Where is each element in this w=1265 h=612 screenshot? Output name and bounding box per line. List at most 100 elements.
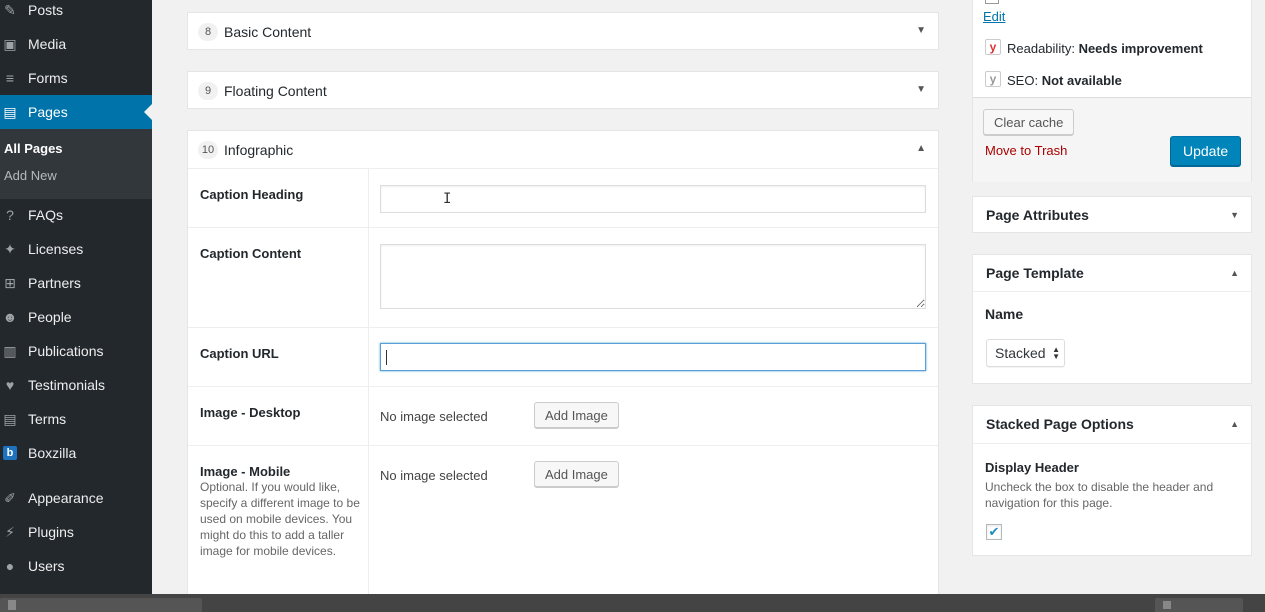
page-attributes-box[interactable]: Page Attributes ▼ bbox=[972, 196, 1252, 233]
field-caption-content: Caption Content bbox=[188, 227, 938, 327]
field-label-column bbox=[188, 228, 369, 327]
file-icon bbox=[8, 600, 16, 610]
readability-status: Readability: Needs improvement bbox=[1007, 41, 1203, 56]
section-infographic[interactable]: 10 Infographic ▲ bbox=[187, 130, 939, 169]
checkmark-icon: ✔ bbox=[988, 524, 1000, 539]
menu-label: Boxzilla bbox=[28, 445, 77, 461]
menu-label: FAQs bbox=[28, 207, 64, 223]
boxzilla-icon: b bbox=[3, 446, 17, 460]
section-title: Floating Content bbox=[224, 83, 327, 99]
main-content: 8 Basic Content ▼ 9 Floating Content ▼ 1… bbox=[152, 0, 958, 594]
field-caption-url: Caption URL bbox=[188, 327, 938, 386]
no-image-text: No image selected bbox=[380, 468, 488, 483]
menu-boxzilla[interactable]: b Boxzilla bbox=[0, 436, 152, 470]
add-image-desktop-button[interactable]: Add Image bbox=[534, 402, 619, 428]
menu-label: Forms bbox=[28, 70, 68, 86]
menu-people[interactable]: ☻ People bbox=[0, 300, 152, 334]
update-button[interactable]: Update bbox=[1170, 136, 1242, 166]
infographic-fields: Caption Heading I Caption Content Captio… bbox=[187, 168, 939, 594]
menu-testimonials[interactable]: ♥ Testimonials bbox=[0, 368, 152, 402]
section-header[interactable]: 8 Basic Content ▼ bbox=[188, 13, 938, 51]
display-header-label: Display Header bbox=[985, 460, 1079, 475]
section-title: Infographic bbox=[224, 142, 294, 158]
field-label: Caption Content bbox=[200, 246, 302, 261]
caption-heading-input[interactable] bbox=[380, 185, 926, 213]
box-title[interactable]: Stacked Page Options bbox=[986, 416, 1134, 432]
menu-publications[interactable]: ▥ Publications bbox=[0, 334, 152, 368]
menu-label: Terms bbox=[28, 411, 67, 427]
menu-label: Partners bbox=[28, 275, 81, 291]
menu-users[interactable]: ● Users bbox=[0, 549, 152, 583]
menu-pages[interactable]: ▤ Pages bbox=[0, 95, 152, 129]
menu-appearance[interactable]: ✐ Appearance bbox=[0, 481, 152, 515]
menu-label: Users bbox=[28, 558, 65, 574]
add-image-mobile-button[interactable]: Add Image bbox=[534, 461, 619, 487]
media-icon: ▣ bbox=[3, 35, 17, 52]
admin-sidebar: ✎ Posts ▣ Media ≡ Forms ▤ Pages All Pages Ad… bbox=[0, 0, 152, 594]
field-label: Image - Mobile bbox=[200, 464, 291, 479]
expand-toggle-icon[interactable]: ▲ bbox=[916, 143, 926, 154]
section-floating-content[interactable]: 9 Floating Content ▼ bbox=[187, 71, 939, 109]
collapse-toggle-icon[interactable]: ▼ bbox=[1230, 210, 1239, 220]
yoast-seo-icon: y bbox=[985, 71, 1001, 87]
template-select[interactable]: Stacked ▲ ▼ bbox=[986, 339, 1065, 367]
menu-label: Plugins bbox=[28, 524, 74, 540]
clear-cache-button[interactable]: Clear cache bbox=[983, 109, 1075, 135]
menu-plugins[interactable]: ⚡ Plugins bbox=[0, 515, 152, 549]
menu-faqs[interactable]: ? FAQs bbox=[0, 198, 152, 232]
section-number: 8 bbox=[198, 23, 218, 41]
wrench-icon: ✦ bbox=[4, 240, 16, 257]
menu-label: People bbox=[28, 309, 72, 325]
show-all-button[interactable] bbox=[1155, 598, 1243, 612]
section-basic-content[interactable]: 8 Basic Content ▼ bbox=[187, 12, 939, 50]
yoast-readability-icon: y bbox=[985, 39, 1001, 55]
menu-partners[interactable]: ⊞ Partners bbox=[0, 266, 152, 300]
section-header[interactable]: 9 Floating Content ▼ bbox=[188, 72, 938, 110]
stacked-page-options-box: Stacked Page Options ▲ Display Header Un… bbox=[972, 405, 1252, 556]
section-header[interactable]: 10 Infographic ▲ bbox=[188, 131, 938, 169]
expand-toggle-icon[interactable]: ▲ bbox=[1230, 419, 1239, 429]
menu-forms[interactable]: ≡ Forms bbox=[0, 61, 152, 95]
collapse-toggle-icon[interactable]: ▼ bbox=[916, 84, 926, 95]
pages-icon: ▤ bbox=[3, 103, 17, 120]
field-label: Image - Desktop bbox=[200, 405, 301, 420]
brush-icon: ✐ bbox=[4, 489, 16, 506]
download-icon bbox=[1163, 601, 1171, 609]
box-title[interactable]: Page Template bbox=[986, 265, 1084, 281]
display-header-checkbox[interactable]: ✔ bbox=[986, 524, 1002, 540]
menu-label: Pages bbox=[28, 104, 68, 120]
publish-box: Edit y Readability: Needs improvement y … bbox=[972, 0, 1252, 182]
field-caption-heading: Caption Heading I bbox=[188, 168, 938, 227]
user-icon: ● bbox=[5, 558, 15, 574]
seo-value: Not available bbox=[1041, 73, 1122, 88]
caption-url-input[interactable] bbox=[380, 343, 926, 371]
submenu-add-new[interactable]: Add New bbox=[4, 168, 57, 183]
no-image-text: No image selected bbox=[380, 409, 488, 424]
collapse-toggle-icon[interactable]: ▼ bbox=[916, 25, 926, 36]
menu-terms[interactable]: ▤ Terms bbox=[0, 402, 152, 436]
plug-icon: ⚡ bbox=[5, 523, 15, 540]
field-label: Caption URL bbox=[200, 346, 279, 361]
edit-date-link[interactable]: Edit bbox=[983, 9, 1005, 24]
book-icon: ▥ bbox=[3, 342, 17, 359]
menu-media[interactable]: ▣ Media bbox=[0, 27, 152, 61]
select-arrows-icon: ▲ ▼ bbox=[1052, 345, 1060, 361]
menu-licenses[interactable]: ✦ Licenses bbox=[0, 232, 152, 266]
calendar-icon bbox=[985, 0, 999, 4]
heart-icon: ♥ bbox=[5, 377, 15, 393]
download-item[interactable] bbox=[0, 598, 202, 612]
submenu-all-pages[interactable]: All Pages bbox=[4, 141, 63, 156]
field-image-desktop: Image - Desktop No image selected Add Im… bbox=[188, 386, 938, 445]
box-title: Page Attributes bbox=[986, 207, 1089, 223]
forms-icon: ≡ bbox=[5, 70, 15, 86]
expand-toggle-icon[interactable]: ▲ bbox=[1230, 268, 1239, 278]
pages-submenu: All Pages Add New bbox=[0, 129, 152, 199]
menu-posts[interactable]: ✎ Posts bbox=[0, 0, 152, 27]
move-to-trash-link[interactable]: Move to Trash bbox=[985, 143, 1067, 158]
field-description: Optional. If you would like, specify a d… bbox=[200, 480, 360, 558]
caption-content-textarea[interactable] bbox=[380, 244, 926, 309]
text-cursor-icon: I bbox=[443, 191, 452, 207]
question-icon: ? bbox=[6, 207, 14, 223]
menu-label: Testimonials bbox=[28, 377, 106, 393]
seo-label: SEO: bbox=[1007, 73, 1039, 88]
